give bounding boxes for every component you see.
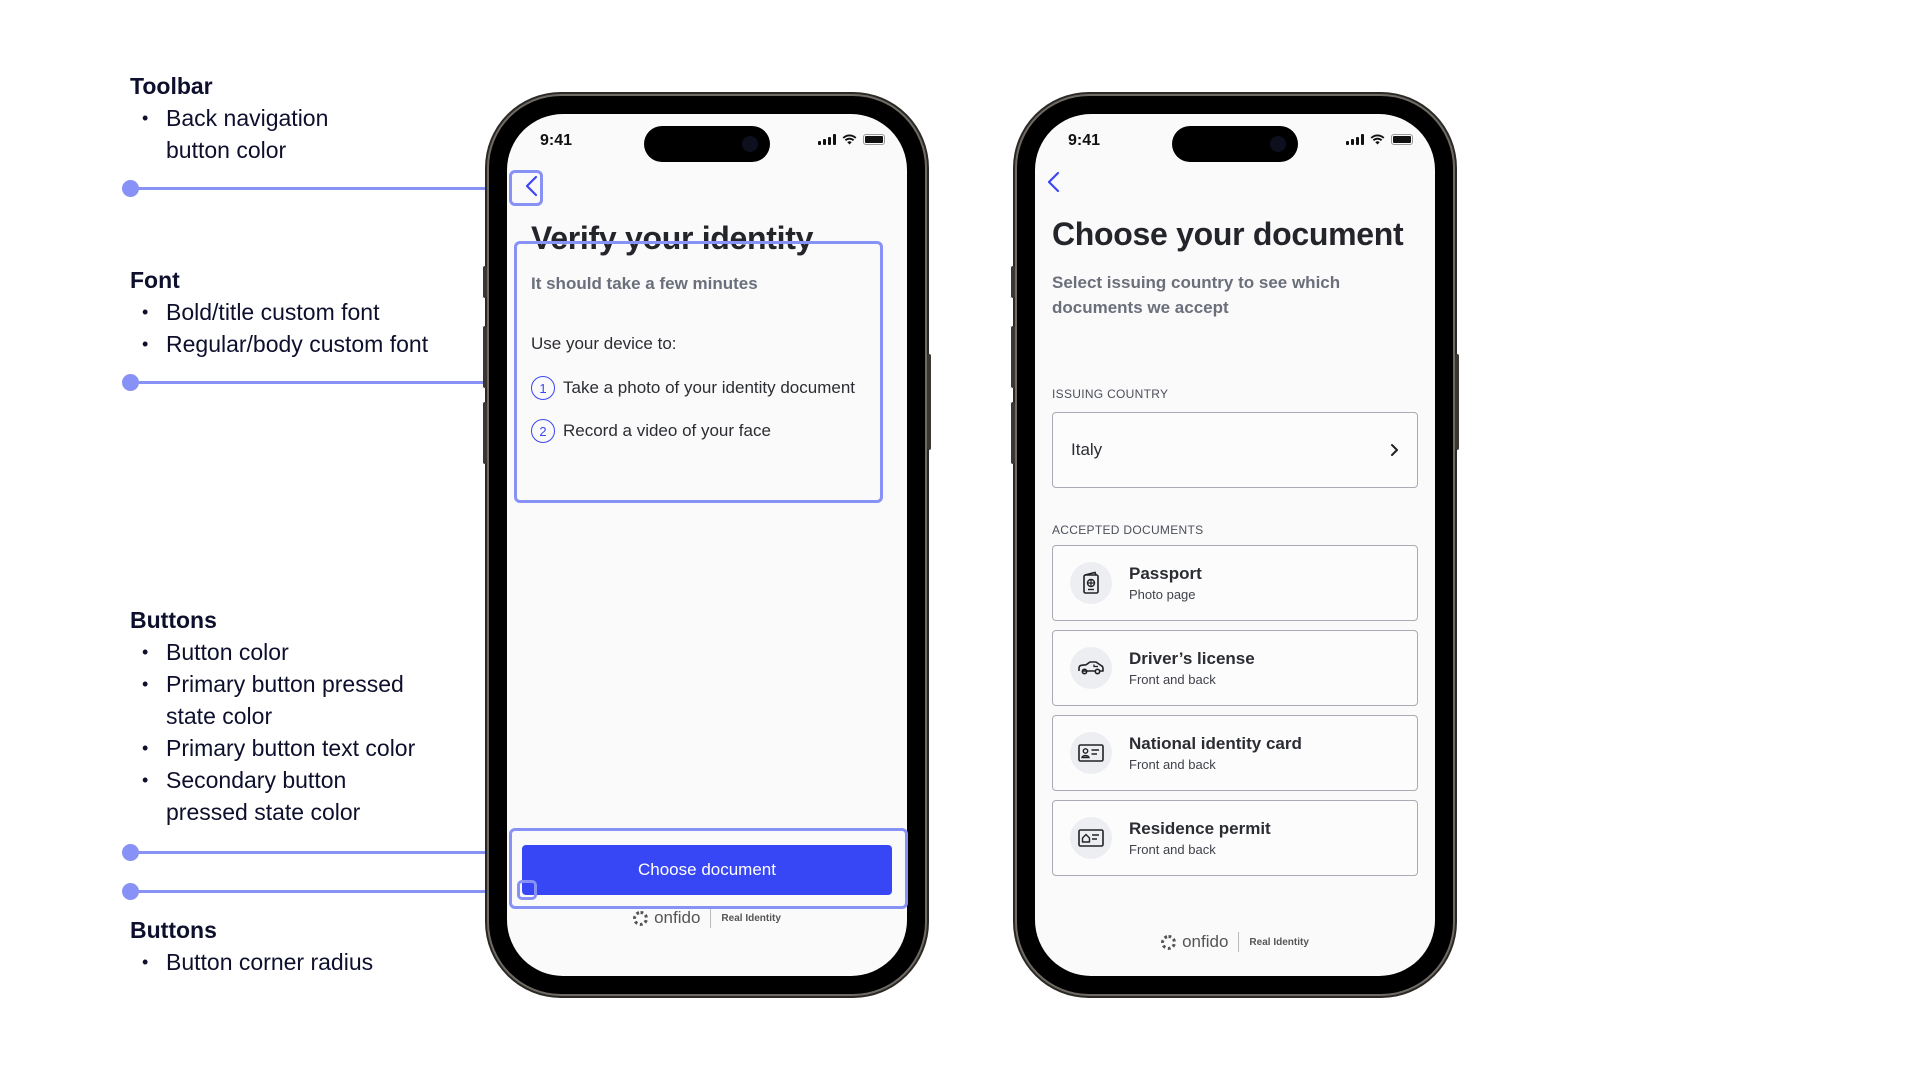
highlight-button-area	[509, 828, 908, 909]
annotation-item: Primary button text color	[130, 732, 460, 764]
highlight-back-button	[509, 170, 543, 206]
leader-dot	[122, 844, 139, 861]
annotation-item: Button color	[130, 636, 460, 668]
highlight-corner-radius	[517, 880, 537, 900]
camera-icon	[1270, 136, 1286, 152]
signal-icon	[1346, 134, 1364, 145]
chevron-right-icon	[1391, 444, 1398, 456]
onfido-footer: onfido Real Identity	[507, 908, 907, 928]
highlight-font-area	[514, 241, 883, 503]
residence-permit-icon	[1070, 817, 1112, 859]
annotation-item: Primary button pressed state color	[130, 668, 460, 732]
dynamic-island	[1172, 126, 1298, 162]
phone-side-button	[1455, 354, 1459, 450]
annotation-item: Secondary button pressed state color	[130, 764, 390, 828]
passport-icon	[1070, 562, 1112, 604]
brand-name: onfido	[654, 908, 701, 927]
annotation-heading: Toolbar	[130, 73, 213, 99]
phone-screen: 9:41 Choose your document Select issuing…	[1035, 114, 1435, 976]
status-time: 9:41	[540, 132, 573, 149]
leader-dot	[122, 180, 139, 197]
leader-line-buttons	[122, 844, 510, 861]
wifi-icon	[842, 134, 857, 145]
leader-line-font	[122, 374, 514, 391]
leader-line-toolbar	[122, 180, 508, 197]
annotation-item: Regular/body custom font	[130, 328, 428, 360]
chevron-left-icon	[1047, 171, 1060, 193]
phone-side-button	[483, 326, 487, 388]
annotation-item: Back navigation button color	[130, 102, 390, 166]
document-title: Residence permit	[1129, 819, 1271, 838]
document-subtitle: Front and back	[1129, 757, 1216, 772]
document-option-drivers-license[interactable]: Driver’s license Front and back	[1052, 630, 1418, 706]
leader-line-radius	[122, 883, 518, 900]
camera-icon	[742, 136, 758, 152]
id-card-icon	[1070, 732, 1112, 774]
phone-side-button	[483, 266, 487, 298]
issuing-country-label: ISSUING COUNTRY	[1052, 387, 1169, 401]
annotation-buttons: Buttons Button color Primary button pres…	[130, 604, 460, 828]
document-subtitle: Front and back	[1129, 842, 1216, 857]
brand-tagline: Real Identity	[1249, 936, 1309, 948]
divider	[1238, 932, 1240, 952]
battery-icon	[863, 134, 885, 145]
annotation-font: Font Bold/title custom font Regular/body…	[130, 264, 428, 360]
phone-side-button	[1011, 402, 1015, 464]
document-subtitle: Photo page	[1129, 587, 1196, 602]
status-icons	[818, 134, 885, 145]
status-time: 9:41	[1068, 132, 1101, 149]
phone-side-button	[1011, 326, 1015, 388]
page-title: Choose your document	[1052, 216, 1404, 252]
leader-dot	[122, 883, 139, 900]
annotation-radius: Buttons Button corner radius	[130, 914, 373, 978]
divider	[710, 908, 712, 928]
document-title: National identity card	[1129, 734, 1302, 753]
annotation-toolbar: Toolbar Back navigation button color	[130, 70, 390, 166]
annotation-heading: Font	[130, 267, 180, 293]
document-title: Driver’s license	[1129, 649, 1255, 668]
wifi-icon	[1370, 134, 1385, 145]
document-option-passport[interactable]: Passport Photo page	[1052, 545, 1418, 621]
onfido-logo-icon	[633, 910, 649, 926]
document-option-national-id[interactable]: National identity card Front and back	[1052, 715, 1418, 791]
phone-side-button	[1011, 266, 1015, 298]
brand-tagline: Real Identity	[721, 912, 781, 924]
phone-side-button	[483, 402, 487, 464]
document-subtitle: Front and back	[1129, 672, 1216, 687]
onfido-logo-icon	[1161, 934, 1177, 950]
annotation-heading: Buttons	[130, 917, 217, 943]
phone-mockup-choose-document: 9:41 Choose your document Select issuing…	[1011, 96, 1459, 994]
battery-icon	[1391, 134, 1413, 145]
document-option-residence-permit[interactable]: Residence permit Front and back	[1052, 800, 1418, 876]
back-button[interactable]	[1039, 166, 1067, 198]
page-subtitle: Select issuing country to see which docu…	[1052, 273, 1341, 317]
annotation-item: Bold/title custom font	[130, 296, 428, 328]
onfido-footer: onfido Real Identity	[1035, 932, 1435, 952]
car-icon	[1070, 647, 1112, 689]
document-title: Passport	[1129, 564, 1202, 583]
signal-icon	[818, 134, 836, 145]
country-value: Italy	[1071, 440, 1103, 459]
status-icons	[1346, 134, 1413, 145]
leader-dot	[122, 374, 139, 391]
annotation-item: Button corner radius	[130, 946, 373, 978]
issuing-country-select[interactable]: Italy	[1052, 412, 1418, 488]
brand-name: onfido	[1182, 932, 1229, 951]
annotation-heading: Buttons	[130, 607, 217, 633]
phone-side-button	[927, 354, 931, 450]
dynamic-island	[644, 126, 770, 162]
accepted-documents-label: ACCEPTED DOCUMENTS	[1052, 523, 1204, 537]
document-list: Passport Photo page Driver’s license Fro…	[1052, 545, 1418, 876]
